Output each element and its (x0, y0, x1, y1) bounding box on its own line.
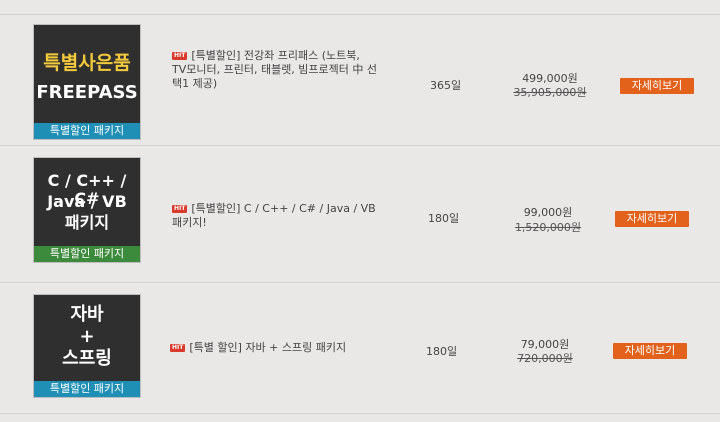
package-tag: 특별할인 패키지 (34, 123, 140, 139)
study-period: 180일 (428, 212, 460, 225)
original-price: 720,000원 (517, 352, 573, 365)
description-line: [특별 할인] 자바 + 스프링 패키지 (189, 341, 347, 354)
product-thumbnail[interactable]: 특별사은품 FREEPASS 특별할인 패키지 (34, 25, 140, 139)
product-row-freepass: 특별사은품 FREEPASS 특별할인 패키지 HIT [특별할인] 전강좌 프리… (0, 15, 720, 146)
package-tag: 특별할인 패키지 (34, 381, 140, 397)
product-description[interactable]: HIT [특별할인] C / C++ / C# / Java / VB 패키지! (172, 202, 382, 230)
package-tag: 특별할인 패키지 (34, 246, 140, 262)
product-thumbnail[interactable]: 자바 + 스프링 특별할인 패키지 (34, 295, 140, 397)
thumbnail-title: 특별사은품 (43, 52, 131, 74)
description-line: [특별할인] 전강좌 프리패스 (노트북, (191, 49, 360, 62)
original-price: 35,905,000원 (513, 86, 587, 99)
thumbnail-subtitle: 스프링 (62, 348, 112, 369)
hit-badge-icon: HIT (170, 344, 186, 352)
hit-badge-icon: HIT (172, 52, 188, 60)
thumbnail-subtitle: Java / VB (47, 192, 127, 211)
study-period: 365일 (430, 79, 462, 92)
hit-badge-icon: HIT (172, 205, 188, 213)
thumbnail-subtitle: FREEPASS (36, 82, 138, 103)
product-description[interactable]: HIT [특별 할인] 자바 + 스프링 패키지 (170, 341, 390, 355)
thumbnail-subtitle: + (79, 326, 95, 347)
details-button[interactable]: 자세히보기 (620, 78, 694, 94)
sale-price: 99,000원 (523, 206, 573, 219)
details-button[interactable]: 자세히보기 (615, 211, 689, 227)
description-line: 택1 제공) (172, 77, 218, 90)
product-row-c-java-vb: C / C++ / C# Java / VB 패키지 특별할인 패키지 HIT[… (0, 146, 720, 283)
thumbnail-subtitle: 패키지 (64, 213, 110, 232)
top-divider: · · (0, 0, 720, 15)
description-line: TV모니터, 프린터, 태블렛, 빔프로젝터 中 선 (172, 63, 378, 76)
scroll-indicator: · · (696, 0, 706, 5)
description-line: [특별할인] C / C++ / C# / Java / VB (191, 202, 376, 215)
study-period: 180일 (426, 345, 458, 358)
thumbnail-title: 자바 (70, 304, 104, 325)
product-row-java-spring: 자바 + 스프링 특별할인 패키지 HIT [특별 할인] 자바 + 스프링 패키… (0, 283, 720, 414)
details-button[interactable]: 자세히보기 (613, 343, 687, 359)
original-price: 1,520,000원 (514, 221, 582, 234)
product-thumbnail[interactable]: C / C++ / C# Java / VB 패키지 특별할인 패키지 (34, 158, 140, 262)
description-line: 패키지! (172, 216, 207, 229)
product-description[interactable]: HIT [특별할인] 전강좌 프리패스 (노트북, TV모니터, 프린터, 태블렛… (172, 49, 382, 91)
